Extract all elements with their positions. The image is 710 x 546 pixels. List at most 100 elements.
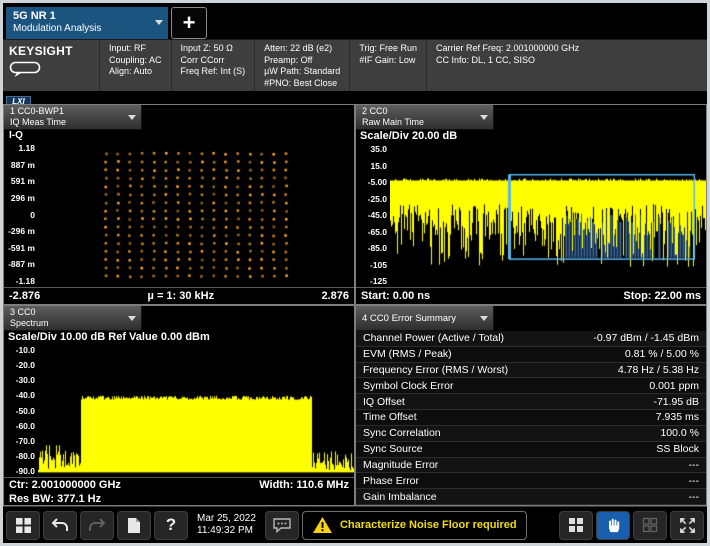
header-col-5[interactable]: Carrier Ref Freq: 2.001000000 GHz CC Info… — [427, 40, 707, 91]
header-columns: Input: RF Coupling: AC Align: Auto Input Z:… — [100, 40, 707, 91]
window3-title-dropdown[interactable]: 3 CC0 Spectrum — [4, 306, 142, 331]
spectrum-plot[interactable] — [38, 345, 354, 477]
window-layout-button[interactable] — [559, 511, 593, 540]
y-axis-label: -125 — [356, 277, 387, 286]
x-min-label: -2.876 — [9, 290, 40, 302]
window-spectrum: 3 CC0 Spectrum Scale/Div 10.00 dB Ref Va… — [3, 305, 355, 506]
w3-ylabels: -10.0 -20.0 -30.0 -40.0 -50.0 -60.0 -70.0 -80.0… — [4, 345, 38, 477]
y-axis-label: -60.0 — [4, 422, 35, 431]
window4-title: 4 CC0 Error Summary — [362, 313, 456, 324]
bottom-toolbar: ? Mar 25, 2022 11:49:32 PM Characterize … — [3, 506, 707, 543]
messages-button[interactable] — [265, 511, 299, 540]
expand-arrows-icon — [679, 517, 696, 534]
tab-5g-nr-1[interactable]: 5G NR 1 Modulation Analysis — [6, 7, 168, 39]
multi-screen-button[interactable] — [633, 511, 667, 540]
chevron-down-icon — [480, 115, 488, 120]
table-row: EVM (RMS / Peak) 0.81 % / 5.00 % — [356, 347, 706, 363]
scale-ref-label: Scale/Div 10.00 dB Ref Value 0.00 dBm — [4, 331, 354, 345]
metric-label: Time Offset — [363, 411, 417, 423]
header-col-3[interactable]: Atten: 22 dB (e2) Preamp: Off µW Path: Sta… — [255, 40, 350, 91]
y-axis-label: -85.0 — [356, 244, 387, 253]
iq-plot-area[interactable] — [38, 143, 354, 287]
table-row: Magnitude Error --- — [356, 458, 706, 474]
table-row: Phase Error --- — [356, 473, 706, 489]
datetime-display[interactable]: Mar 25, 2022 11:49:32 PM — [191, 513, 262, 537]
header-readout: Input Z: 50 Ω — [181, 43, 246, 55]
header-col-2[interactable]: Input Z: 50 Ω Corr CCorr Freq Ref: Int (S) — [172, 40, 256, 91]
window1-titlebar: 1 CC0-BWP1 IQ Meas Time — [4, 105, 354, 130]
numerology-label: µ = 1: 30 kHz — [148, 290, 215, 302]
chevron-down-icon — [480, 316, 488, 321]
table-row: Sync Correlation 100.0 % — [356, 426, 706, 442]
window4-title-dropdown[interactable]: 4 CC0 Error Summary — [356, 306, 494, 331]
y-axis-label: -80.0 — [4, 452, 35, 461]
header-col-1[interactable]: Input: RF Coupling: AC Align: Auto — [100, 40, 172, 91]
warning-text: Characterize Noise Floor required — [340, 519, 517, 531]
table-row: Sync Source SS Block — [356, 442, 706, 458]
y-axis-label: 1.18 — [4, 144, 35, 153]
header-readout: #IF Gain: Low — [359, 55, 417, 67]
header-readout: Carrier Ref Freq: 2.001000000 GHz — [436, 43, 698, 55]
tab-subtitle: Modulation Analysis — [13, 23, 150, 35]
system-menu-button[interactable] — [6, 511, 40, 540]
header-readout: Input: RF — [109, 43, 162, 55]
metric-label: Sync Source — [363, 443, 423, 455]
window1-plot-row: 1.18 887 m 591 m 296 m 0 -296 m -591 m -887 m -1… — [4, 143, 354, 287]
add-tab-button[interactable]: + — [171, 7, 207, 39]
header-readout: Corr CCorr — [181, 55, 246, 67]
window1-title-dropdown[interactable]: 1 CC0-BWP1 IQ Meas Time — [4, 105, 142, 130]
y-axis-label: -10.0 — [4, 346, 35, 355]
question-mark-icon: ? — [166, 515, 176, 535]
table-row: Symbol Clock Error 0.001 ppm — [356, 378, 706, 394]
keysight-logo-icon — [9, 61, 43, 78]
touch-mode-button[interactable] — [596, 511, 630, 540]
windows-grid: 1 CC0-BWP1 IQ Meas Time I-Q 1.18 887 m 591… — [3, 104, 707, 506]
metric-label: Gain Imbalance — [363, 491, 437, 503]
header-readout: µW Path: Standard — [264, 66, 340, 78]
table-row: Channel Power (Active / Total) -0.97 dBm … — [356, 331, 706, 347]
undo-button[interactable] — [43, 511, 77, 540]
window2-title-dropdown[interactable]: 2 CC0 Raw Main Time — [356, 105, 494, 130]
chevron-down-icon — [128, 316, 136, 321]
help-button[interactable]: ? — [154, 511, 188, 540]
chevron-down-icon — [155, 20, 163, 25]
metric-value: --- — [689, 459, 700, 471]
redo-icon — [87, 517, 107, 533]
y-axis-label: -5.00 — [356, 178, 387, 187]
screenshot-save-button[interactable] — [117, 511, 151, 540]
y-axis-label: -65.0 — [356, 228, 387, 237]
w1-ylabels: 1.18 887 m 591 m 296 m 0 -296 m -591 m -887 m -1… — [4, 143, 38, 287]
raw-main-time-plot[interactable] — [390, 144, 706, 287]
window4-titlebar: 4 CC0 Error Summary — [356, 306, 706, 331]
window-raw-main-time: 2 CC0 Raw Main Time Scale/Div 20.00 dB 3… — [355, 104, 707, 305]
warning-message[interactable]: Characterize Noise Floor required — [302, 511, 527, 540]
stop-label: Stop: 22.00 ms — [623, 290, 701, 302]
metric-label: EVM (RMS / Peak) — [363, 348, 452, 360]
trace-label: I-Q — [4, 130, 354, 143]
metric-value: --- — [689, 491, 700, 503]
spectrum-plot-area[interactable] — [38, 345, 354, 477]
iq-constellation-plot[interactable] — [38, 143, 354, 287]
metric-label: Frequency Error (RMS / Worst) — [363, 364, 508, 376]
redo-button[interactable] — [80, 511, 114, 540]
start-label: Start: 0.00 ns — [361, 290, 430, 302]
time-label: 11:49:32 PM — [197, 525, 256, 537]
y-axis-label: -40.0 — [4, 391, 35, 400]
window1-title-line1: 1 CC0-BWP1 — [10, 106, 123, 117]
metric-value: 7.935 ms — [656, 411, 699, 423]
time-plot-area[interactable] — [390, 144, 706, 287]
window1-axis-row: -2.876 µ = 1: 30 kHz 2.876 — [4, 287, 354, 304]
tab-bar: 5G NR 1 Modulation Analysis + — [3, 3, 707, 39]
keysight-brand: KEYSIGHT — [3, 40, 100, 91]
span-width-label: Width: 110.6 MHz — [259, 479, 349, 491]
y-axis-label: -50.0 — [4, 407, 35, 416]
settings-header: KEYSIGHT Input: RF Coupling: AC Align: Aut… — [3, 39, 707, 91]
metric-value: -71.95 dB — [653, 396, 699, 408]
header-col-4[interactable]: Trig: Free Run #IF Gain: Low — [350, 40, 427, 91]
window2-plot-row: 35.0 15.0 -5.00 -25.0 -45.0 -65.0 -85.0 -105 -12… — [356, 144, 706, 287]
fullscreen-button[interactable] — [670, 511, 704, 540]
window1-title-line2: IQ Meas Time — [10, 117, 123, 128]
tab-title: 5G NR 1 — [13, 10, 150, 23]
window-iq-meas-time: 1 CC0-BWP1 IQ Meas Time I-Q 1.18 887 m 591… — [3, 104, 355, 305]
metric-value: SS Block — [656, 443, 699, 455]
